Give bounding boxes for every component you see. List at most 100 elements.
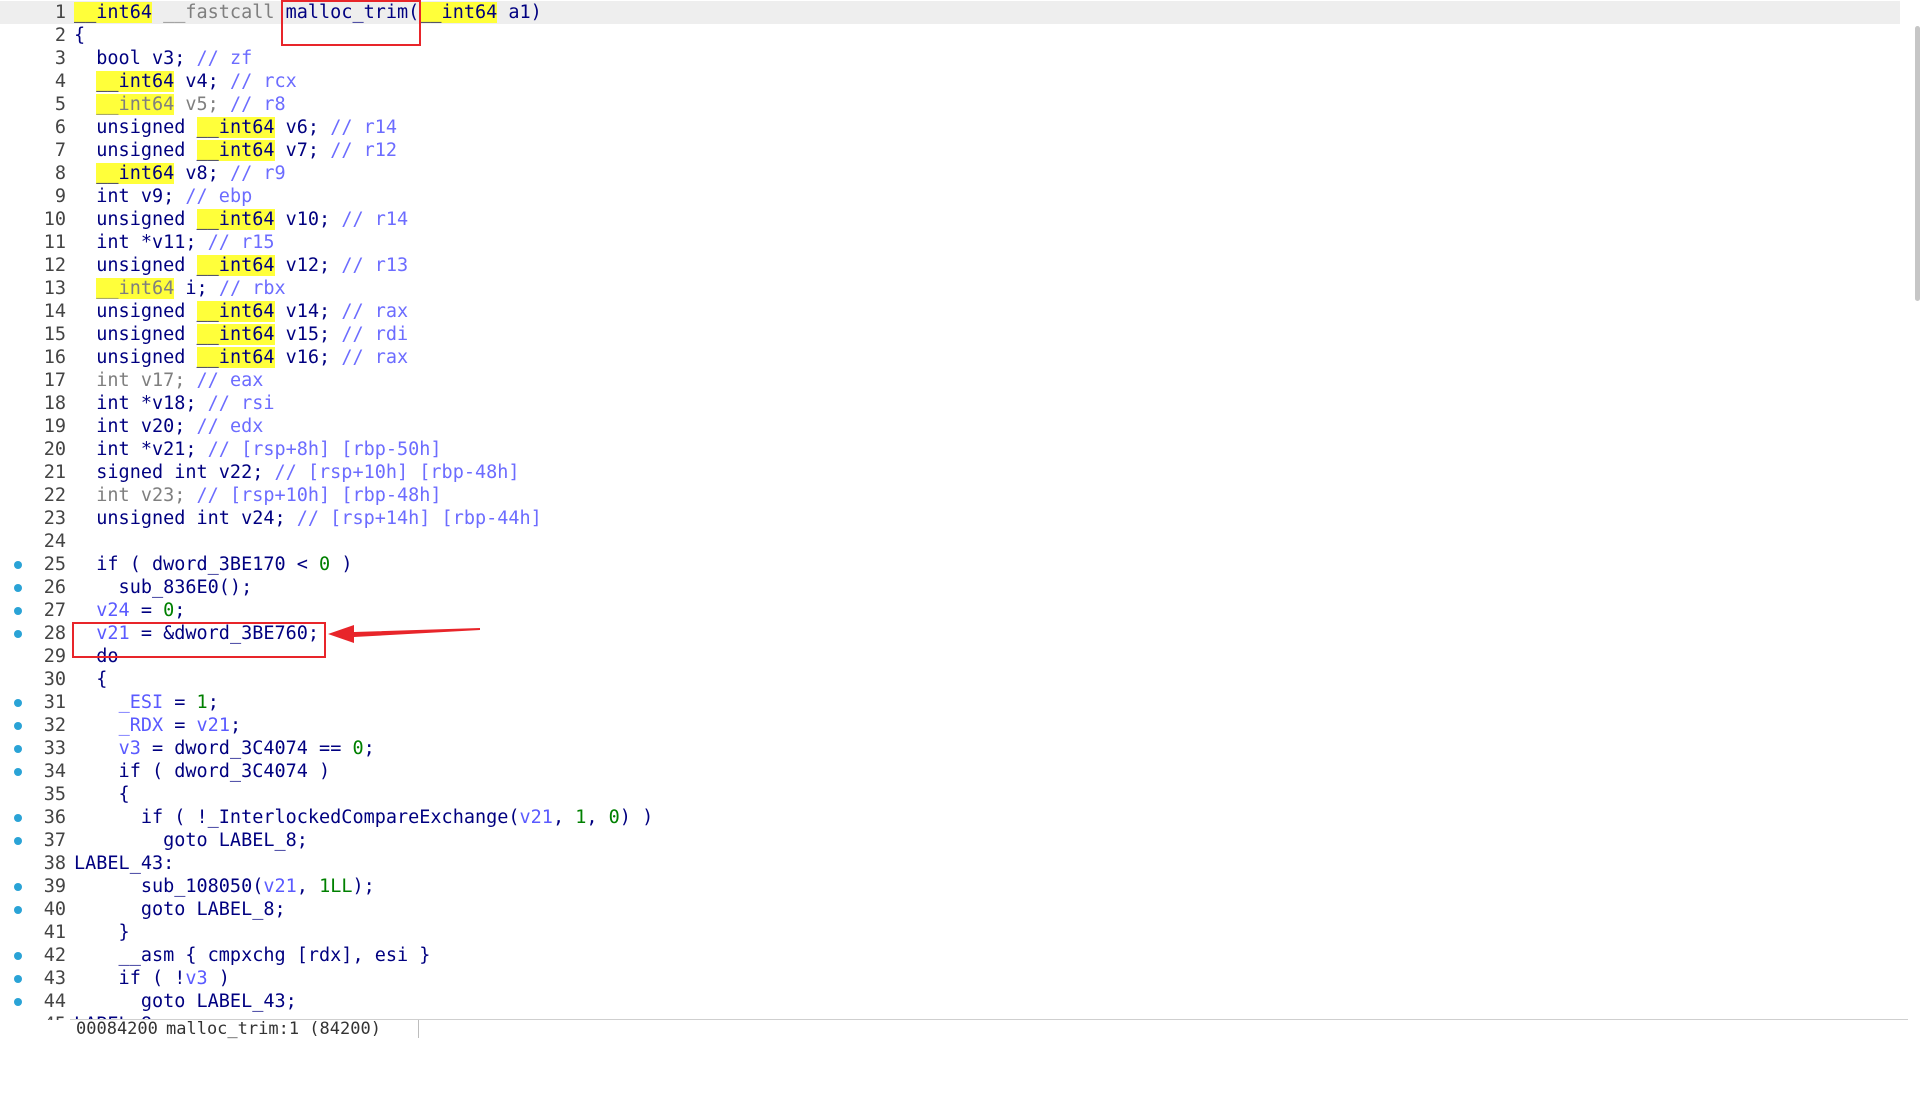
code-token: goto LABEL_8; — [74, 830, 308, 851]
line-number: 27 — [43, 600, 66, 621]
code-token: v14; — [274, 301, 342, 322]
code-line[interactable]: 35 { — [0, 783, 1900, 806]
code-text: { — [74, 783, 130, 806]
breakpoint-dot-icon[interactable] — [14, 607, 22, 615]
breakpoint-dot-icon[interactable] — [14, 768, 22, 776]
code-text: if ( !_InterlockedCompareExchange(v21, 1… — [74, 806, 653, 829]
breakpoint-dot-icon[interactable] — [14, 952, 22, 960]
code-line[interactable]: 2{ — [0, 24, 1900, 47]
code-line[interactable]: 38 LABEL_43: — [0, 852, 1900, 875]
code-line[interactable]: 6 unsigned __int64 v6; // r14 — [0, 116, 1900, 139]
code-line[interactable]: 33 v3 = dword_3C4074 == 0; — [0, 737, 1900, 760]
code-line[interactable]: 24 — [0, 530, 1900, 553]
code-line[interactable]: 12 unsigned __int64 v12; // r13 — [0, 254, 1900, 277]
code-line[interactable]: 36 if ( !_InterlockedCompareExchange(v21… — [0, 806, 1900, 829]
code-line[interactable]: 44 goto LABEL_43; — [0, 990, 1900, 1013]
code-text: if ( dword_3BE170 < 0 ) — [74, 553, 352, 576]
breakpoint-dot-icon[interactable] — [14, 814, 22, 822]
breakpoint-dot-icon[interactable] — [14, 745, 22, 753]
code-line[interactable]: 5 __int64 v5; // r8 — [0, 93, 1900, 116]
code-line[interactable]: 13 __int64 i; // rbx — [0, 277, 1900, 300]
code-token: v7; — [274, 140, 331, 161]
code-line[interactable]: 18 int *v18; // rsi — [0, 392, 1900, 415]
breakpoint-dot-icon[interactable] — [14, 998, 22, 1006]
code-line[interactable]: 17 int v17; // eax — [0, 369, 1900, 392]
code-line[interactable]: 26 sub_836E0(); — [0, 576, 1900, 599]
breakpoint-dot-icon[interactable] — [14, 883, 22, 891]
breakpoint-dot-icon[interactable] — [14, 975, 22, 983]
code-text: unsigned __int64 v10; // r14 — [74, 208, 408, 231]
line-number: 9 — [54, 186, 66, 207]
line-number: 13 — [43, 278, 66, 299]
code-line[interactable]: 25 if ( dword_3BE170 < 0 ) — [0, 553, 1900, 576]
code-token: __int64 — [196, 255, 275, 276]
line-number: 7 — [54, 140, 66, 161]
code-line[interactable]: 37 goto LABEL_8; — [0, 829, 1900, 852]
scroll-thumb[interactable] — [1915, 26, 1920, 301]
code-token: int v23; — [74, 485, 197, 506]
code-line[interactable]: 43 if ( !v3 ) — [0, 967, 1900, 990]
code-line[interactable]: 39 sub_108050(v21, 1LL); — [0, 875, 1900, 898]
breakpoint-dot-icon[interactable] — [14, 630, 22, 638]
code-line[interactable]: 1 __int64 __fastcall malloc_trim(__int64 … — [0, 1, 1900, 24]
pseudocode-view[interactable]: 1 __int64 __fastcall malloc_trim(__int64 … — [0, 0, 1908, 1020]
code-line[interactable]: 34 if ( dword_3C4074 ) — [0, 760, 1900, 783]
code-line[interactable]: 15 unsigned __int64 v15; // rdi — [0, 323, 1900, 346]
code-line[interactable]: 20 int *v21; // [rsp+8h] [rbp-50h] — [0, 438, 1900, 461]
code-token: v21 — [519, 807, 553, 828]
code-line[interactable]: 22 int v23; // [rsp+10h] [rbp-48h] — [0, 484, 1900, 507]
code-line[interactable]: 42 __asm { cmpxchg [rdx], esi } — [0, 944, 1900, 967]
code-text: unsigned __int64 v7; // r12 — [74, 139, 397, 162]
code-text: int *v11; // r15 — [74, 231, 274, 254]
code-token: = dword_3C4074 == — [140, 738, 353, 759]
code-line[interactable]: 40 goto LABEL_8; — [0, 898, 1900, 921]
code-line[interactable]: 30 { — [0, 668, 1900, 691]
code-line[interactable]: 28 v21 = &dword_3BE760; — [0, 622, 1900, 645]
code-line[interactable]: 27 v24 = 0; — [0, 599, 1900, 622]
line-number: 33 — [43, 738, 66, 759]
vertical-scrollbar[interactable] — [1908, 0, 1929, 1020]
code-line[interactable]: 3 bool v3; // zf — [0, 47, 1900, 70]
code-token: 1 — [196, 692, 208, 713]
code-line[interactable]: 10 unsigned __int64 v10; // r14 — [0, 208, 1900, 231]
code-line[interactable]: 41 } — [0, 921, 1900, 944]
code-line[interactable]: 19 int v20; // edx — [0, 415, 1900, 438]
code-line[interactable]: 23 unsigned int v24; // [rsp+14h] [rbp-4… — [0, 507, 1900, 530]
line-number: 20 — [43, 439, 66, 460]
code-line[interactable]: 32 _RDX = v21; — [0, 714, 1900, 737]
code-token: , — [296, 876, 320, 897]
code-token: 0 — [608, 807, 620, 828]
line-number: 5 — [54, 94, 66, 115]
code-token: ; — [207, 692, 219, 713]
breakpoint-dot-icon[interactable] — [14, 584, 22, 592]
code-line[interactable]: 21 signed int v22; // [rsp+10h] [rbp-48h… — [0, 461, 1900, 484]
code-token: // [rsp+10h] [rbp-48h] — [274, 462, 520, 483]
breakpoint-dot-icon[interactable] — [14, 837, 22, 845]
code-token: // rsi — [207, 393, 275, 414]
code-line[interactable]: 9 int v9; // ebp — [0, 185, 1900, 208]
code-line[interactable]: 31 _ESI = 1; — [0, 691, 1900, 714]
code-line[interactable]: 16 unsigned __int64 v16; // rax — [0, 346, 1900, 369]
code-line[interactable]: 29 do — [0, 645, 1900, 668]
code-token: __int64 — [96, 71, 175, 92]
breakpoint-dot-icon[interactable] — [14, 906, 22, 914]
code-token: ; — [174, 600, 186, 621]
code-line[interactable]: 14 unsigned __int64 v14; // rax — [0, 300, 1900, 323]
code-token: __int64 — [74, 2, 152, 23]
code-token: unsigned — [74, 209, 197, 230]
code-token: __int64 — [96, 163, 175, 184]
code-token: if ( dword_3BE170 < — [74, 554, 320, 575]
code-line[interactable]: 8 __int64 v8; // r9 — [0, 162, 1900, 185]
code-text: int v23; // [rsp+10h] [rbp-48h] — [74, 484, 441, 507]
code-line[interactable]: 4 __int64 v4; // rcx — [0, 70, 1900, 93]
code-line[interactable]: 11 int *v11; // r15 — [0, 231, 1900, 254]
breakpoint-dot-icon[interactable] — [14, 722, 22, 730]
breakpoint-dot-icon[interactable] — [14, 699, 22, 707]
breakpoint-dot-icon[interactable] — [14, 561, 22, 569]
code-line[interactable]: 7 unsigned __int64 v7; // r12 — [0, 139, 1900, 162]
code-token: unsigned — [74, 347, 197, 368]
